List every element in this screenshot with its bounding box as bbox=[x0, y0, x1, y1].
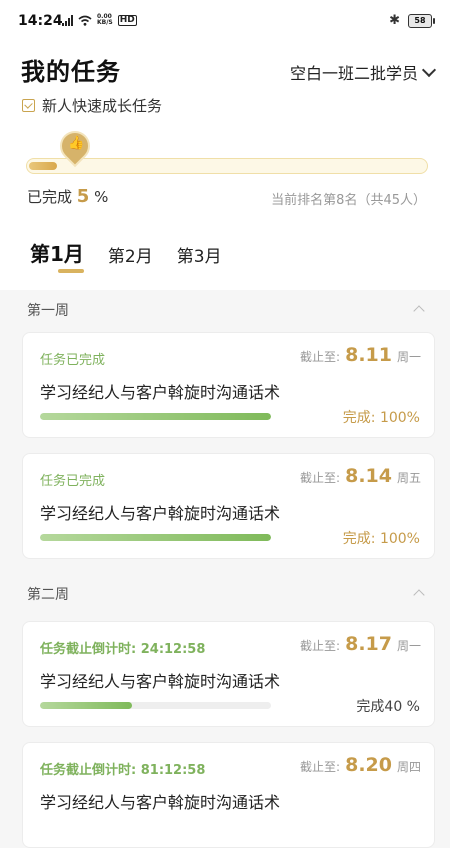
rank-text: 当前排名第8名（共45人） bbox=[271, 193, 426, 208]
task-title: 学习经纪人与客户斡旋时沟通话术 bbox=[40, 672, 281, 691]
task-countdown: 任务截止倒计时: 24:12:58 bbox=[40, 642, 206, 657]
task-deadline: 截止至: 8.17 周一 bbox=[300, 633, 421, 655]
chevron-down-icon bbox=[421, 62, 437, 77]
clipboard-check-icon bbox=[22, 99, 35, 112]
status-left-icons: 0.00 KB/S HD bbox=[62, 14, 137, 26]
hd-icon: HD bbox=[117, 14, 137, 26]
task-title: 学习经纪人与客户斡旋时沟通话术 bbox=[40, 383, 281, 402]
status-time: 14:24 bbox=[18, 13, 63, 29]
task-complete-text: 完成40 % bbox=[356, 699, 420, 715]
task-complete-text: 完成: 100% bbox=[342, 410, 420, 426]
task-countdown: 任务截止倒计时: 81:12:58 bbox=[40, 763, 206, 778]
battery-icon: 58 bbox=[408, 13, 435, 28]
class-select-dropdown[interactable]: 空白一班二批学员 bbox=[289, 60, 437, 84]
task-title: 学习经纪人与客户斡旋时沟通话术 bbox=[40, 504, 281, 523]
week-header[interactable]: 第二周 bbox=[0, 574, 450, 614]
task-progress-bar bbox=[40, 702, 271, 709]
week-header[interactable]: 第一周 bbox=[0, 290, 450, 330]
task-progress-fill bbox=[40, 413, 271, 420]
week-label: 第一周 bbox=[27, 303, 69, 319]
class-select-label: 空白一班二批学员 bbox=[289, 64, 418, 83]
task-progress-fill bbox=[40, 702, 133, 709]
status-right-icons: ✱ 58 bbox=[389, 13, 435, 28]
task-status: 任务已完成 bbox=[40, 474, 106, 489]
thumbs-up-icon: 👍 bbox=[68, 136, 85, 151]
page-title: 我的任务 bbox=[21, 58, 121, 86]
task-title: 学习经纪人与客户斡旋时沟通话术 bbox=[40, 793, 281, 812]
chevron-up-icon[interactable] bbox=[413, 589, 425, 601]
task-deadline: 截止至: 8.14 周五 bbox=[300, 465, 421, 487]
task-progress-bar bbox=[40, 534, 271, 541]
task-card[interactable]: 任务截止倒计时: 24:12:58 截止至: 8.17 周一 学习经纪人与客户斡… bbox=[22, 621, 435, 727]
tab-month-2[interactable]: 第2月 bbox=[108, 242, 153, 267]
task-progress-bar bbox=[40, 413, 271, 420]
month-tabs: 第1月 第2月 第3月 bbox=[30, 238, 222, 273]
week-label: 第二周 bbox=[27, 587, 69, 603]
status-bar: 14:24 0.00 KB/S HD ✱ 58 bbox=[0, 0, 450, 44]
task-complete-text: 完成: 100% bbox=[342, 531, 420, 547]
task-group-title: 新人快速成长任务 bbox=[22, 95, 162, 116]
wifi-icon bbox=[78, 15, 92, 26]
tab-month-1[interactable]: 第1月 bbox=[30, 238, 84, 273]
task-card[interactable]: 任务已完成 截止至: 8.14 周五 学习经纪人与客户斡旋时沟通话术 完成: 1… bbox=[22, 453, 435, 559]
signal-icon bbox=[62, 14, 73, 26]
task-progress-fill bbox=[40, 534, 271, 541]
overall-progress-fill bbox=[29, 162, 57, 170]
task-card[interactable]: 任务已完成 截止至: 8.11 周一 学习经纪人与客户斡旋时沟通话术 完成: 1… bbox=[22, 332, 435, 438]
task-card[interactable]: 任务截止倒计时: 81:12:58 截止至: 8.20 周四 学习经纪人与客户斡… bbox=[22, 742, 435, 848]
bluetooth-icon: ✱ bbox=[389, 13, 400, 28]
completed-percent: 已完成 5 % bbox=[27, 186, 109, 207]
network-speed: 0.00 KB/S bbox=[97, 13, 113, 26]
task-status: 任务已完成 bbox=[40, 353, 106, 368]
chevron-up-icon[interactable] bbox=[413, 305, 425, 317]
task-deadline: 截止至: 8.20 周四 bbox=[300, 754, 421, 776]
overall-progress-bar bbox=[26, 158, 428, 174]
active-tab-indicator bbox=[58, 269, 84, 273]
task-deadline: 截止至: 8.11 周一 bbox=[300, 344, 421, 366]
progress-marker-icon: 👍 bbox=[53, 124, 97, 168]
task-group-label: 新人快速成长任务 bbox=[42, 97, 163, 115]
header-panel: 14:24 0.00 KB/S HD ✱ 58 我的任务 空白一班二批学员 新人… bbox=[0, 0, 450, 290]
tab-month-3[interactable]: 第3月 bbox=[177, 242, 222, 267]
